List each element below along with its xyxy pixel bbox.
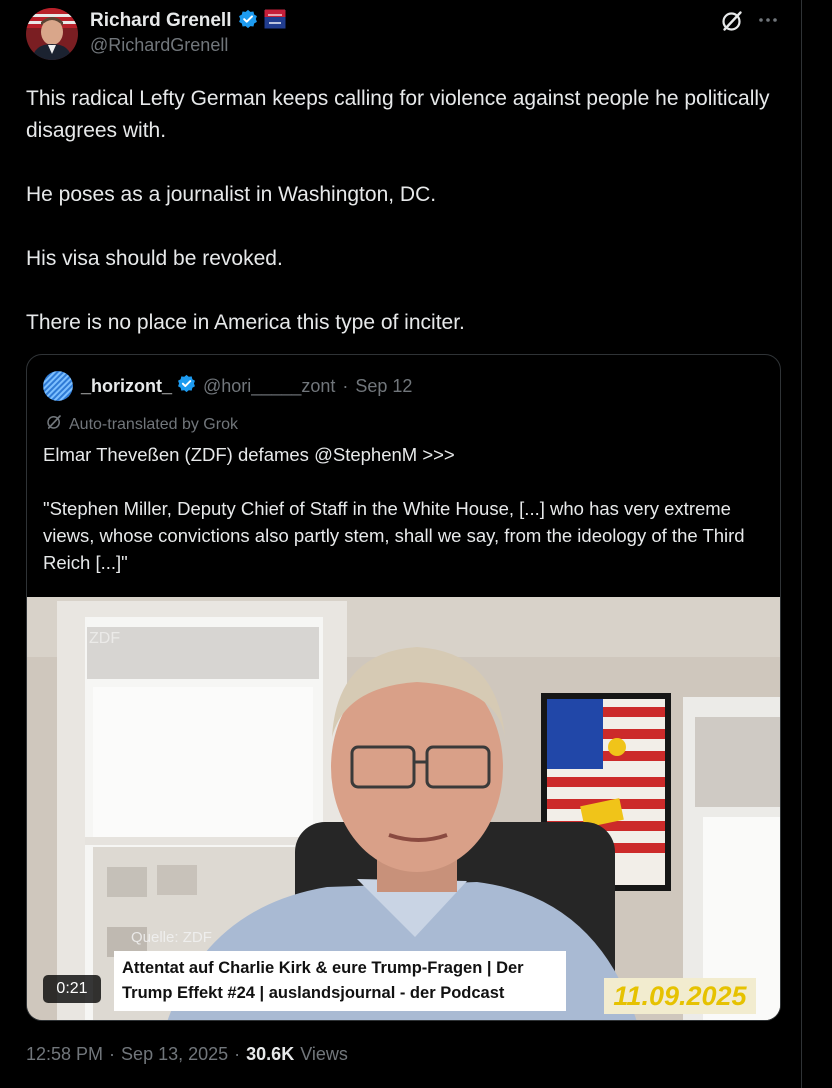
more-icon[interactable]: [756, 8, 780, 32]
tweet-text: This radical Lefty German keeps calling …: [26, 83, 786, 339]
auto-translated-note: Auto-translated by Grok: [45, 413, 238, 436]
author-name-row: Richard Grenell: [90, 8, 286, 34]
quote-paragraph: "Stephen Miller, Deputy Chief of Staff i…: [43, 498, 745, 573]
quote-separator: ·: [342, 375, 349, 396]
svg-text:ZDF: ZDF: [89, 630, 120, 647]
affiliate-badge-icon[interactable]: [264, 9, 286, 34]
quote-display-name[interactable]: _horizont_: [81, 376, 172, 397]
video-source-label: Quelle: ZDF: [131, 929, 212, 946]
tweet-paragraph: He poses as a journalist in Washington, …: [26, 183, 437, 206]
quote-handle[interactable]: @hori_____zont: [203, 376, 335, 397]
video-duration: 0:21: [43, 975, 101, 1003]
footer-separator: ·: [234, 1044, 241, 1064]
tweet-paragraph: This radical Lefty German keeps calling …: [26, 87, 770, 142]
tweet-date[interactable]: Sep 13, 2025: [121, 1044, 228, 1065]
auto-translated-label: Auto-translated by Grok: [69, 415, 238, 433]
author-avatar[interactable]: [26, 8, 78, 60]
video-date-badge: 11.09.2025: [604, 978, 756, 1014]
footer-separator: ·: [109, 1044, 116, 1064]
verified-badge-icon: [177, 374, 196, 398]
verified-badge-icon: [238, 9, 258, 34]
quote-author-row: _horizont_ @hori_____zont · Sep 12: [81, 373, 412, 399]
quote-author-avatar[interactable]: [43, 371, 73, 401]
quote-paragraph: Elmar Theveßen (ZDF) defames @StephenM >…: [43, 444, 455, 465]
grok-icon[interactable]: [720, 9, 744, 33]
quote-date[interactable]: Sep 12: [355, 376, 412, 397]
video-caption: Attentat auf Charlie Kirk & eure Trump-F…: [114, 951, 566, 1011]
author-handle[interactable]: @RichardGrenell: [90, 35, 228, 56]
tweet-time[interactable]: 12:58 PM: [26, 1044, 103, 1065]
video-player[interactable]: ZDF Quelle: ZDF Attentat auf Charlie Kir…: [27, 597, 780, 1020]
grok-icon: [45, 413, 63, 436]
tweet-paragraph: His visa should be revoked.: [26, 247, 283, 270]
column-border: [801, 0, 802, 1088]
views-label: Views: [300, 1044, 348, 1064]
tweet-footer: 12:58 PM · Sep 13, 2025 · 30.6K Views: [26, 1044, 348, 1065]
views-count[interactable]: 30.6K: [246, 1044, 294, 1065]
quote-text: Elmar Theveßen (ZDF) defames @StephenM >…: [43, 441, 763, 576]
tweet-paragraph: There is no place in America this type o…: [26, 311, 465, 334]
quoted-tweet-card[interactable]: _horizont_ @hori_____zont · Sep 12 Auto-…: [26, 354, 781, 1021]
author-display-name[interactable]: Richard Grenell: [90, 10, 232, 32]
